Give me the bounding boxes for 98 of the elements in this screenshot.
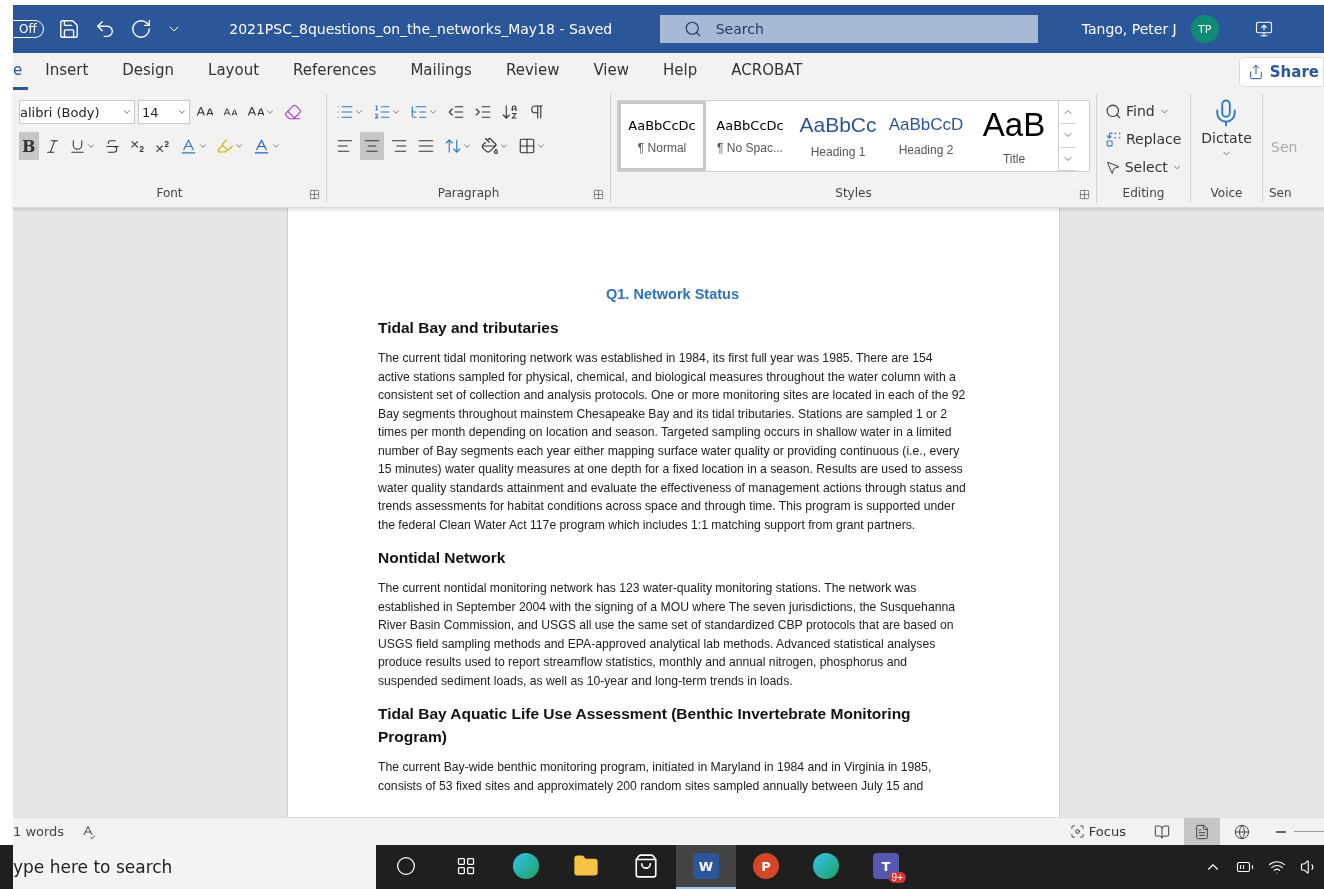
paint-bucket-icon	[481, 137, 499, 155]
ribbon-tab[interactable]: Design	[105, 53, 192, 90]
replace-icon	[1105, 130, 1122, 148]
proofing-icon	[80, 823, 97, 840]
powerpoint-icon: P	[753, 853, 779, 879]
share-icon	[1247, 63, 1264, 80]
section-heading: Tidal Bay Aquatic Life Use Assessment (Benthic Invertebrate Monitoring Program)	[378, 704, 912, 747]
user-name: Tango, Peter J	[1081, 21, 1177, 37]
strikethrough-icon	[103, 137, 121, 155]
align-icon	[417, 137, 435, 155]
taskbar-app[interactable]: W	[676, 845, 736, 889]
eraser-icon	[284, 103, 302, 121]
book-icon	[1154, 823, 1170, 840]
chevron-down-icon	[536, 141, 546, 151]
borders-icon	[518, 137, 536, 155]
zoom-out-icon[interactable]	[1276, 830, 1286, 833]
ribbon-tab[interactable]: Mailings	[393, 53, 489, 90]
page-icon	[1194, 823, 1210, 840]
user-avatar[interactable]: TP	[1190, 15, 1219, 43]
highlighter-icon	[215, 137, 234, 155]
section-heading: Nontidal Network	[378, 548, 507, 568]
focus-button[interactable]: Focus	[1067, 818, 1128, 845]
align-button[interactable]	[360, 132, 384, 160]
taskbar-app[interactable]: P	[736, 845, 796, 889]
line-spacing-icon	[444, 137, 462, 155]
dialog-launcher-icon	[593, 189, 604, 200]
find-button[interactable]: Find	[1103, 98, 1184, 124]
decrease-indent-icon	[447, 103, 465, 121]
word-icon: W	[693, 853, 719, 879]
group-label: Voice	[1210, 186, 1243, 200]
search-icon	[1105, 102, 1122, 120]
save-icon	[57, 18, 80, 40]
ribbon-tab[interactable]: View	[576, 53, 647, 90]
group-label: Paragraph	[437, 186, 500, 200]
dialog-launcher-icon	[1079, 189, 1090, 200]
ribbon-tab[interactable]: ACROBAT	[714, 53, 820, 90]
chevron-down-icon	[197, 141, 208, 151]
taskbar-app[interactable]: T 9+	[856, 845, 916, 889]
shopping-bag-icon	[633, 853, 659, 879]
group-label: Styles	[835, 186, 872, 200]
ribbon-tab[interactable]: Help	[646, 53, 715, 90]
multilevel-list-icon	[410, 103, 428, 121]
section-heading: Tidal Bay and tributaries	[378, 318, 560, 338]
ribbon-tab[interactable]: References	[276, 53, 394, 90]
globe-icon	[1234, 823, 1250, 840]
document-title: Q1. Network Status	[605, 286, 740, 302]
numbered-list-icon	[373, 103, 391, 121]
bullet-list-icon	[336, 103, 354, 121]
focus-icon	[1069, 824, 1085, 839]
font-name-field[interactable]: alibri (Body)	[19, 100, 135, 124]
dictate-button[interactable]: Dictate	[1199, 98, 1254, 172]
group-label: Sen	[1269, 186, 1292, 200]
ribbon-tab[interactable]: Review	[488, 53, 577, 90]
ribbon-tab[interactable]: Layout	[191, 53, 277, 90]
style-item[interactable]: AaBbCcDc ¶ Normal	[618, 101, 706, 171]
body-paragraph: The current nontidal monitoring network has 123 water-quality monitoring stations. The network was established in September 2004 with the signing of a MOU where The seven jurisdictions, the Susquehanna River Basin Commission, and USGS all use the same set of standardized CBP protocols that are based on USGS field sampling methods and EPA-approved analytical lab methods. Advanced statistical analyses produce results used to report streamflow statistics, monthly and annual nitrogen, phosphorus and suspended sediment loads, as well as 10-year and long-term trends in loads.	[378, 580, 956, 690]
body-paragraph: The current tidal monitoring network was established in 1984, its first full year was 1985. There are 154 active stations sampled for physical, chemical, and biological measures throughout the water column with a consistent set of collection and analysis protocols. One or more monitoring sites are located in each of the 92 Bay segments throughout mainstem Chesapeake Bay and its tidal tributaries. Stations are sampled 1 or 2 times per month depending on location and season. Targeted sampling occurs in shallow water in a limited number of Bay segments each year either mapping surface water quality or providing continuous (i.e., every 15 minutes) water quality measures at one depth for a fixed location in a season. Results are used to assess water quality standards attainment and evaluate the effectiveness of management actions through status and trends assessments for habitat conditions across space and through time. This program is supported under the federal Clean Water Act 117e program which includes 1:1 matching support from grant partners.	[378, 350, 967, 534]
share-button[interactable]: Share	[1238, 56, 1324, 87]
task-view-icon	[456, 856, 476, 876]
window-title: 2021PSC_8questions_on_the_networks_May18 - Saved	[228, 21, 614, 37]
bold-button[interactable]: B	[19, 132, 39, 160]
search-icon	[683, 20, 702, 38]
search-field[interactable]: Search	[659, 15, 1038, 43]
word-count: 1 words	[13, 824, 65, 839]
align-icon	[363, 137, 381, 155]
body-paragraph: The current Bay-wide benthic monitoring program, initiated in Maryland in 1984 and in Virginia in 1985, consists of 53 fixed sites and approximately 200 random sites sampled annually between July 15 and	[378, 759, 933, 795]
search-placeholder: ype here to search	[13, 857, 173, 877]
view-button[interactable]	[1184, 817, 1220, 846]
ribbon-display-icon	[1254, 20, 1273, 38]
circle-icon	[396, 856, 416, 876]
font-size-field[interactable]: 14	[138, 100, 190, 124]
search-placeholder: Search	[715, 21, 764, 37]
chevron-down-icon	[428, 107, 438, 117]
chevron-down-icon	[462, 141, 472, 151]
replace-button[interactable]: Replace	[1103, 126, 1184, 152]
increase-indent-icon	[474, 103, 492, 121]
chevron-down-icon	[233, 141, 244, 151]
taskbar-search-field[interactable]: ype here to search	[13, 845, 376, 889]
chevron-down-icon	[391, 107, 401, 117]
chevron-down-icon	[177, 107, 187, 117]
pilcrow-icon	[528, 103, 546, 121]
chevron-down-icon	[499, 141, 509, 151]
chevron-down-icon	[354, 107, 364, 117]
notification-badge: 9+	[888, 872, 906, 883]
dialog-launcher-icon	[309, 189, 320, 200]
chevron-down-icon	[122, 107, 132, 117]
select-button[interactable]: Select	[1103, 154, 1184, 180]
align-icon	[336, 137, 354, 155]
chevron-down-icon	[85, 141, 96, 151]
chevron-down-icon	[270, 141, 281, 151]
group-label: Font	[156, 186, 183, 200]
sort-icon	[501, 103, 519, 121]
align-icon	[390, 137, 408, 155]
group-label: Editing	[1122, 186, 1165, 200]
redo-icon	[129, 18, 152, 40]
ribbon-tab[interactable]: Insert	[28, 53, 106, 90]
underline-icon	[68, 137, 86, 155]
chevron-down-icon	[265, 107, 275, 117]
